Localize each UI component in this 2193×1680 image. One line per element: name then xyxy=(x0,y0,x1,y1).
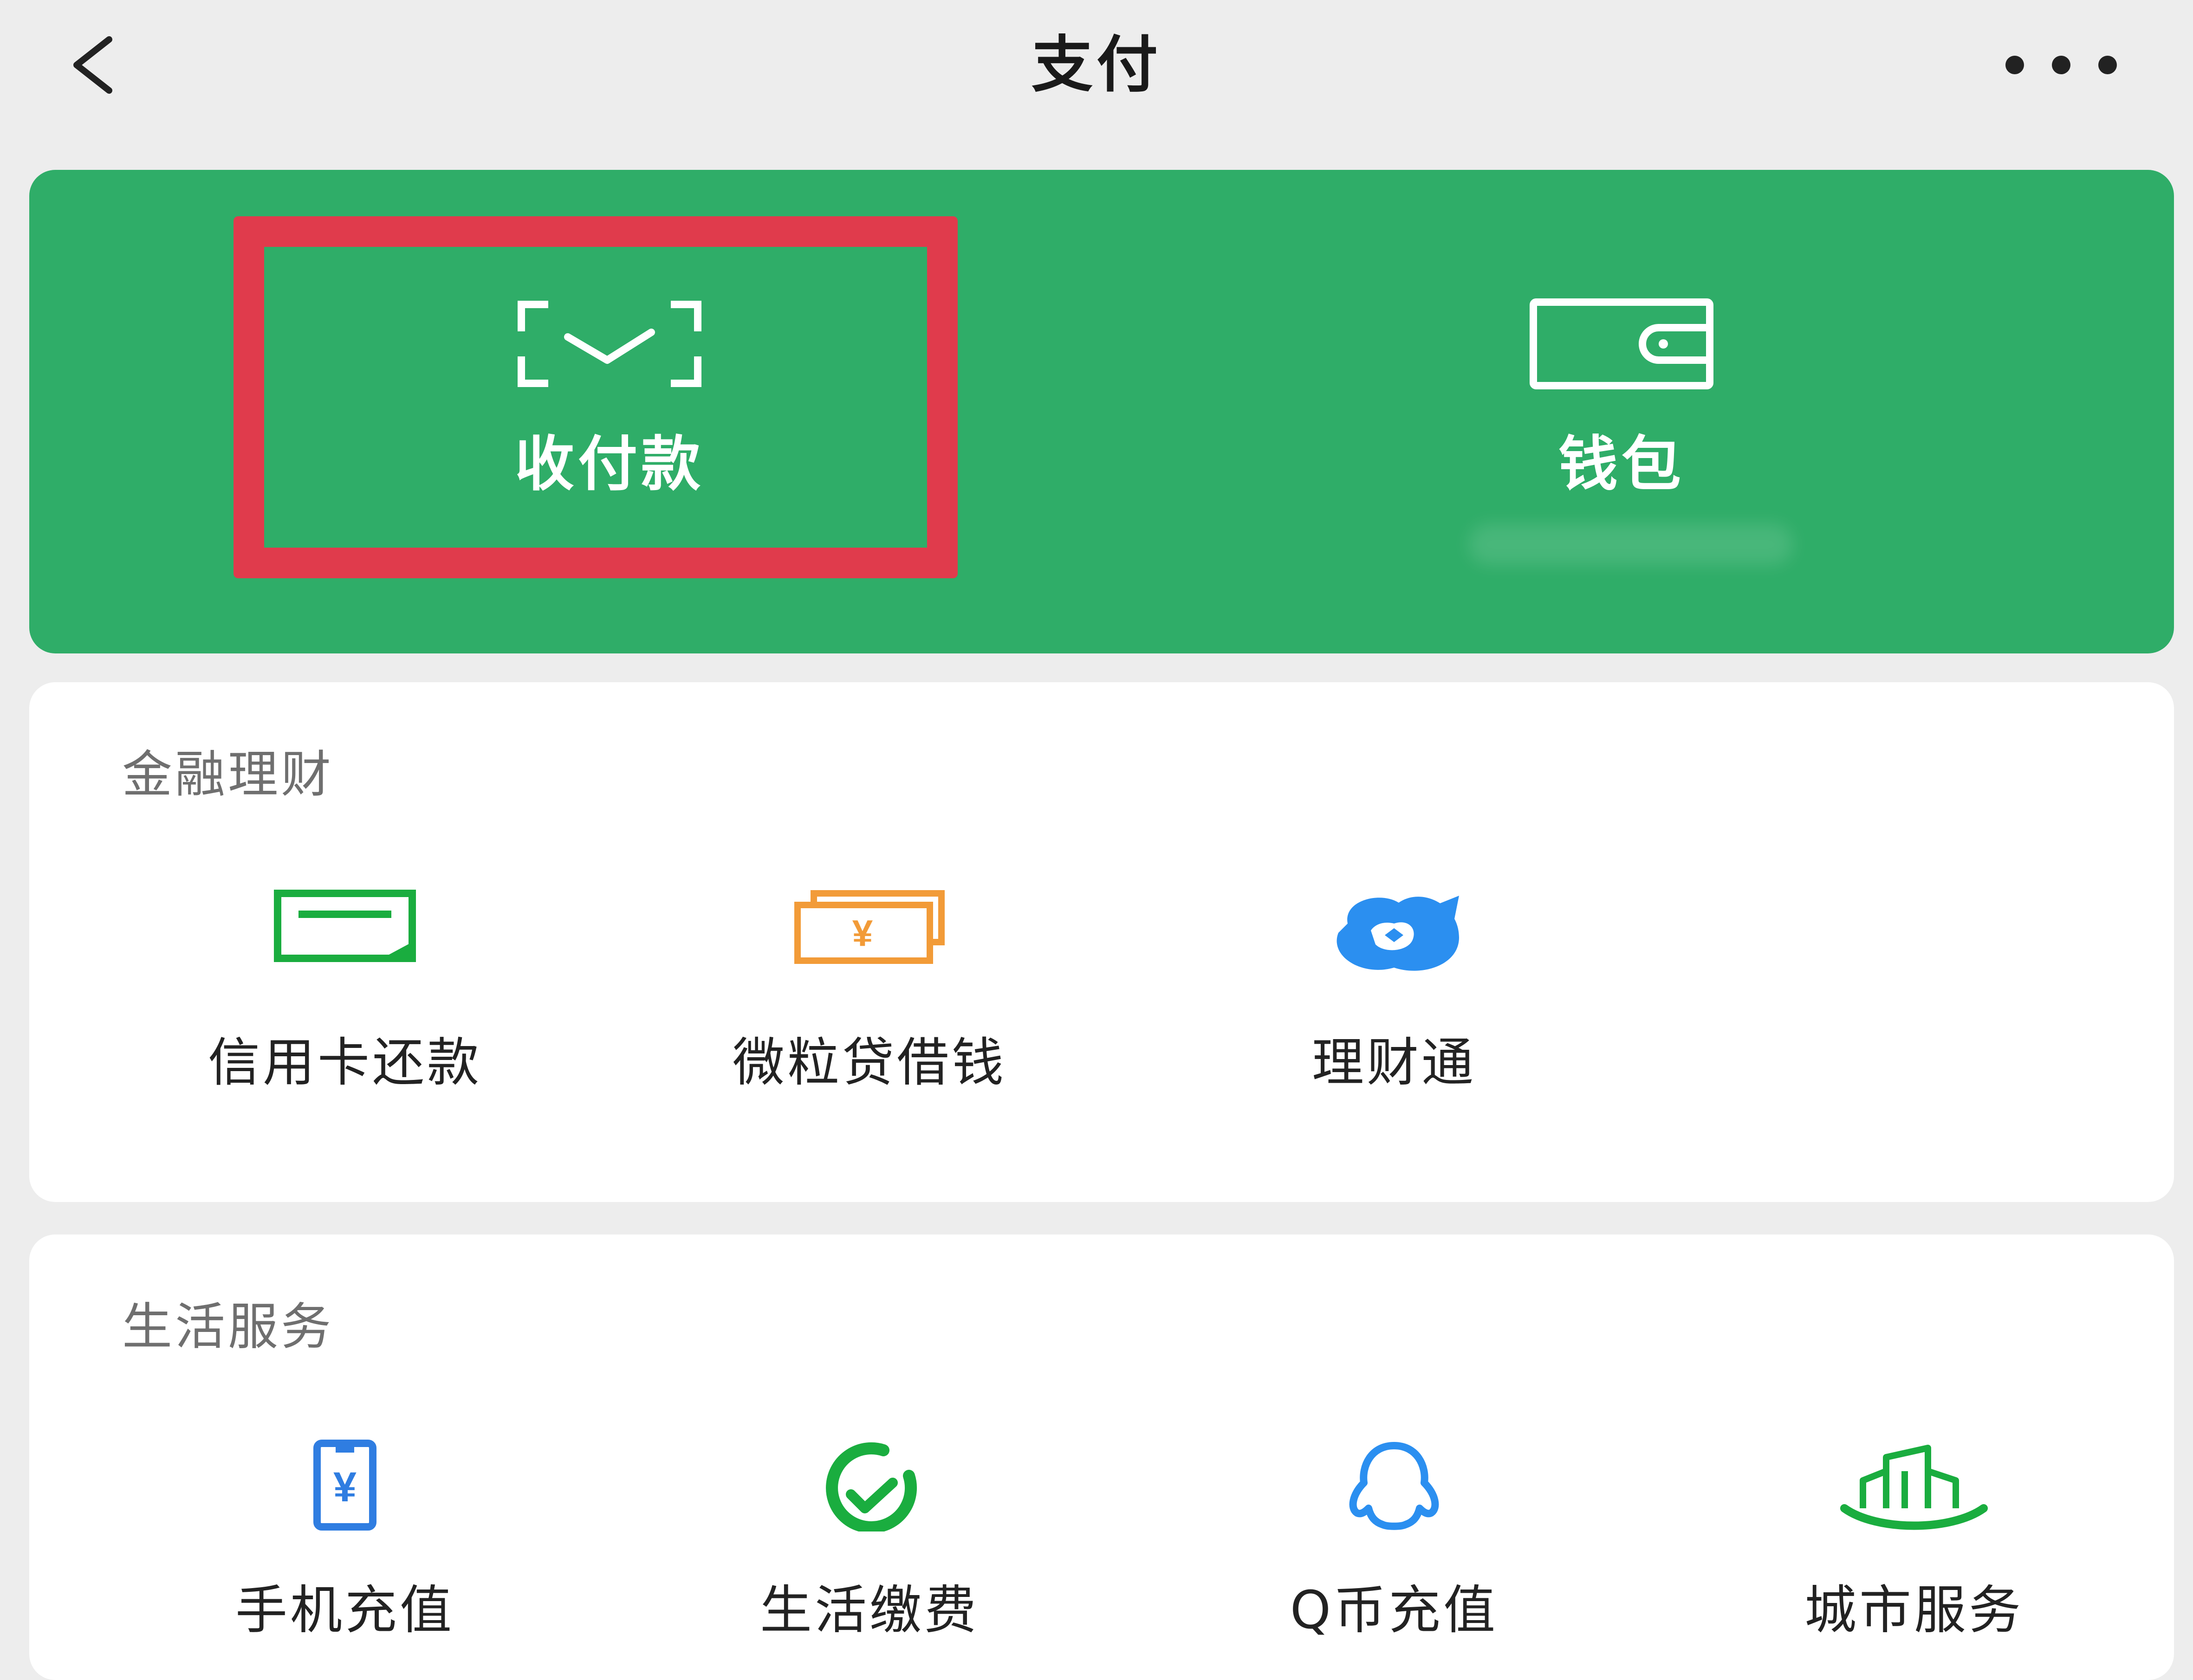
highlight-frame xyxy=(234,216,958,578)
svg-text:¥: ¥ xyxy=(333,1464,357,1511)
more-options-button[interactable] xyxy=(1996,37,2126,93)
utility-pay-button[interactable]: 生活缴费 xyxy=(628,1439,1111,1643)
utility-pay-label: 生活缴费 xyxy=(760,1580,979,1641)
top-navigation-bar: 支付 xyxy=(0,0,2193,139)
qq-coin-icon xyxy=(1349,1442,1439,1530)
credit-card-repay-label: 信用卡还款 xyxy=(208,1033,482,1093)
q-coin-recharge-label: Q币充值 xyxy=(1290,1580,1499,1641)
credit-card-icon xyxy=(274,890,416,962)
city-service-label: 城市服务 xyxy=(1804,1580,2024,1641)
scan-check-icon xyxy=(518,301,701,387)
collect-pay-button[interactable]: 收付款 xyxy=(234,170,986,653)
q-coin-recharge-button[interactable]: Q币充值 xyxy=(1153,1439,1635,1643)
payment-card: 收付款 钱包 xyxy=(29,170,2174,653)
licaitong-icon xyxy=(1337,896,1459,971)
city-service-button[interactable]: 城市服务 xyxy=(1673,1439,2155,1643)
blurred-balance xyxy=(1468,523,1793,565)
utility-pay-icon xyxy=(826,1442,917,1533)
section-title-life: 生活服务 xyxy=(122,1298,334,1356)
cash-stack-icon: ¥ xyxy=(794,890,945,964)
phone-recharge-button[interactable]: ¥ 手机充值 xyxy=(104,1439,586,1643)
more-dots-icon xyxy=(2005,56,2117,74)
licaitong-button[interactable]: 理财通 xyxy=(1153,886,1635,1128)
svg-text:¥: ¥ xyxy=(852,912,873,954)
licaitong-label: 理财通 xyxy=(1312,1033,1476,1093)
life-services-section: 生活服务 ¥ 手机充值 生活缴费 Q币充值 城市服务 xyxy=(29,1234,2174,1680)
wallet-button[interactable]: 钱包 xyxy=(1246,170,1998,653)
credit-card-repay-button[interactable]: 信用卡还款 xyxy=(104,886,586,1128)
section-title-finance: 金融理财 xyxy=(122,746,334,804)
wallet-icon xyxy=(1530,298,1713,389)
weilidai-loan-button[interactable]: ¥ 微粒贷借钱 xyxy=(628,886,1111,1128)
finance-section: 金融理财 信用卡还款 ¥ 微粒贷借钱 理财通 xyxy=(29,682,2174,1202)
city-service-icon xyxy=(1840,1445,1988,1530)
phone-recharge-icon: ¥ xyxy=(313,1440,376,1531)
phone-recharge-label: 手机充值 xyxy=(235,1580,454,1641)
weilidai-loan-label: 微粒贷借钱 xyxy=(733,1033,1006,1093)
collect-pay-label: 收付款 xyxy=(514,430,704,499)
wallet-label: 钱包 xyxy=(1558,430,1685,499)
page-title: 支付 xyxy=(1032,29,1161,101)
